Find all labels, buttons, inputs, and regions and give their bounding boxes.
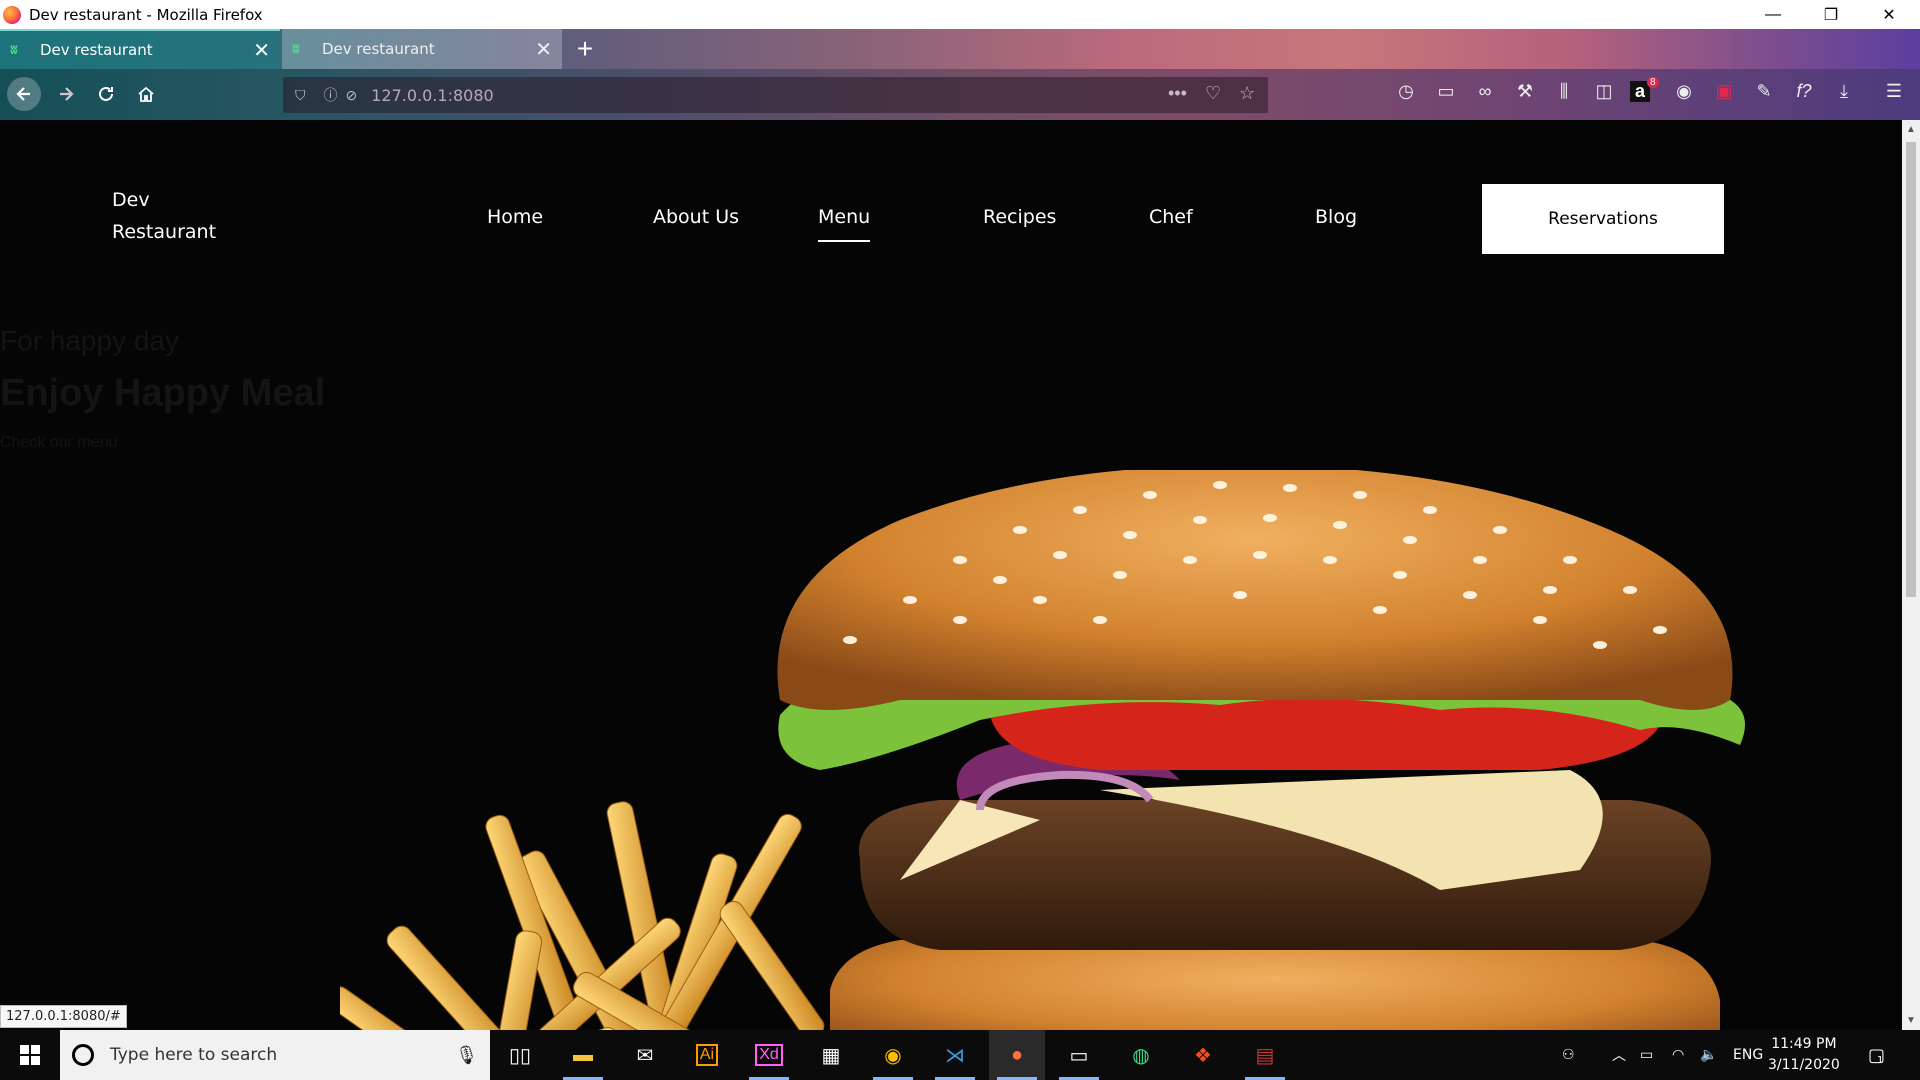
home-icon[interactable]: [129, 77, 163, 111]
hero-subtitle: For happy day: [0, 325, 179, 356]
function-icon[interactable]: f?: [1790, 81, 1818, 102]
reservations-button[interactable]: Reservations: [1482, 184, 1724, 254]
tab-strip: ʬ Dev restaurant ✕ ʬ Dev restaurant ✕ +: [0, 29, 1920, 69]
nav-blog[interactable]: Blog: [1315, 206, 1357, 228]
clock-date: 3/11/2020: [1768, 1057, 1840, 1073]
download-icon[interactable]: ⤓: [1830, 81, 1858, 102]
nav-recipes[interactable]: Recipes: [983, 206, 1056, 228]
bookmark-star-icon[interactable]: ☆: [1239, 83, 1255, 104]
back-icon[interactable]: [7, 77, 41, 111]
pocket-red-icon[interactable]: ▣: [1710, 81, 1738, 102]
notification-count: 1: [1877, 1054, 1884, 1066]
site-favicon-icon: ʬ: [10, 42, 18, 58]
start-button[interactable]: [0, 1030, 60, 1080]
scrollbar-thumb[interactable]: [1906, 142, 1916, 597]
mask-icon[interactable]: ∞: [1471, 81, 1499, 102]
tab-label: Dev restaurant: [322, 40, 435, 58]
link-status-tooltip: 127.0.0.1:8080/#: [0, 1005, 127, 1028]
tab-dev-restaurant-2[interactable]: ʬ Dev restaurant ✕: [282, 29, 562, 69]
microphone-icon[interactable]: 🎙: [455, 1045, 478, 1066]
windows-logo-icon: [20, 1045, 40, 1065]
new-tab-button[interactable]: +: [570, 29, 600, 69]
url-bar[interactable]: ⛉ ⓘ ⊘ 127.0.0.1:8080 ••• ♡ ☆: [283, 77, 1268, 113]
vscode-icon[interactable]: ⋊: [927, 1030, 983, 1080]
sidebar-icon[interactable]: ◫: [1590, 81, 1618, 102]
figma-icon[interactable]: ❖: [1175, 1030, 1231, 1080]
android-studio-icon[interactable]: ◍: [1113, 1030, 1169, 1080]
info-icon[interactable]: ⓘ: [324, 85, 338, 105]
history-icon[interactable]: ◷: [1392, 81, 1420, 102]
site-brand[interactable]: Dev Restaurant: [112, 184, 216, 248]
winrar-icon[interactable]: ▤: [1237, 1030, 1293, 1080]
task-view-icon[interactable]: ▯▯: [492, 1030, 548, 1080]
nav-home[interactable]: Home: [487, 206, 543, 228]
action-center-icon[interactable]: ▢ 1: [1868, 1030, 1885, 1080]
xd-icon[interactable]: Xd: [741, 1030, 797, 1080]
site-favicon-icon: ʬ: [292, 41, 300, 57]
reload-icon[interactable]: [89, 77, 123, 111]
mail-icon[interactable]: ✉: [617, 1030, 673, 1080]
nav-menu[interactable]: Menu: [818, 206, 871, 242]
nav-chef[interactable]: Chef: [1149, 206, 1193, 228]
taskbar-search-box[interactable]: Type here to search 🎙: [60, 1030, 490, 1080]
window-title: Dev restaurant - Mozilla Firefox: [29, 5, 263, 24]
library-icon[interactable]: ⫼: [1550, 81, 1578, 102]
windows-taskbar: Type here to search 🎙 ▯▯ ▬ ✉ Ai Xd ▦ ◉ ⋊…: [0, 1030, 1920, 1080]
clock-time: 11:49 PM: [1771, 1036, 1837, 1052]
hero-menu-link[interactable]: Check our menu: [0, 434, 117, 452]
hamburger-menu-icon[interactable]: ☰: [1880, 81, 1908, 102]
shield-icon[interactable]: ⛉: [295, 87, 306, 104]
close-tab-icon[interactable]: ✕: [535, 37, 552, 61]
minimize-button[interactable]: —: [1744, 0, 1802, 29]
window-titlebar: Dev restaurant - Mozilla Firefox — ❐ ✕: [0, 0, 1920, 29]
battery-icon[interactable]: ▭: [1640, 1030, 1653, 1080]
forward-icon[interactable]: [49, 77, 83, 111]
burger-fries-hero-image: [340, 470, 1745, 1030]
downloads-folder-icon[interactable]: ▭: [1432, 81, 1460, 102]
brand-line-1: Dev: [112, 189, 150, 211]
navigation-toolbar: ⛉ ⓘ ⊘ 127.0.0.1:8080 ••• ♡ ☆ ◷ ▭ ∞ ⚒ ⫼ ◫…: [0, 69, 1920, 120]
restore-button[interactable]: ❐: [1802, 0, 1860, 29]
calculator-icon[interactable]: ▦: [803, 1030, 859, 1080]
language-indicator[interactable]: ENG: [1733, 1030, 1763, 1080]
brand-line-2: Restaurant: [112, 221, 217, 243]
notification-badge: 8: [1647, 77, 1659, 88]
more-icon[interactable]: •••: [1168, 83, 1187, 104]
wrench-icon[interactable]: ⚒: [1511, 81, 1539, 102]
illustrator-icon[interactable]: Ai: [679, 1030, 735, 1080]
permissions-icon[interactable]: ⊘: [346, 87, 358, 104]
people-icon[interactable]: ⚇: [1562, 1030, 1575, 1080]
scroll-up-arrow-icon[interactable]: ▲: [1902, 124, 1920, 135]
chrome-icon[interactable]: ◉: [865, 1030, 921, 1080]
nav-about-us[interactable]: About Us: [653, 206, 739, 228]
close-window-button[interactable]: ✕: [1860, 0, 1918, 29]
file-explorer-icon[interactable]: ▬: [555, 1030, 611, 1080]
close-tab-icon[interactable]: ✕: [253, 38, 270, 62]
page-scrollbar[interactable]: ▲ ▼: [1902, 120, 1920, 1030]
volume-icon[interactable]: 🔈: [1700, 1030, 1717, 1080]
wifi-icon[interactable]: ◠: [1672, 1030, 1684, 1080]
terminal-icon[interactable]: ▭: [1051, 1030, 1107, 1080]
web-page: Dev Restaurant Home About Us Menu Recipe…: [0, 120, 1902, 1030]
hero-title: Enjoy Happy Meal: [0, 372, 326, 414]
pen-icon[interactable]: ✎: [1750, 81, 1778, 102]
tab-dev-restaurant-1[interactable]: ʬ Dev restaurant ✕: [0, 29, 280, 69]
cortana-icon: [72, 1044, 94, 1066]
url-text[interactable]: 127.0.0.1:8080: [371, 86, 493, 105]
firefox-icon[interactable]: ●: [989, 1030, 1045, 1080]
account-icon[interactable]: ◉: [1670, 81, 1698, 102]
scroll-down-arrow-icon[interactable]: ▼: [1902, 1015, 1920, 1026]
tab-label: Dev restaurant: [40, 41, 153, 59]
pocket-icon[interactable]: ♡: [1205, 83, 1221, 104]
firefox-logo-icon: [3, 5, 21, 24]
taskbar-clock[interactable]: 11:49 PM 3/11/2020: [1768, 1034, 1840, 1076]
search-placeholder: Type here to search: [110, 1045, 278, 1065]
tray-overflow-chevron-icon[interactable]: ︿: [1612, 1030, 1626, 1080]
